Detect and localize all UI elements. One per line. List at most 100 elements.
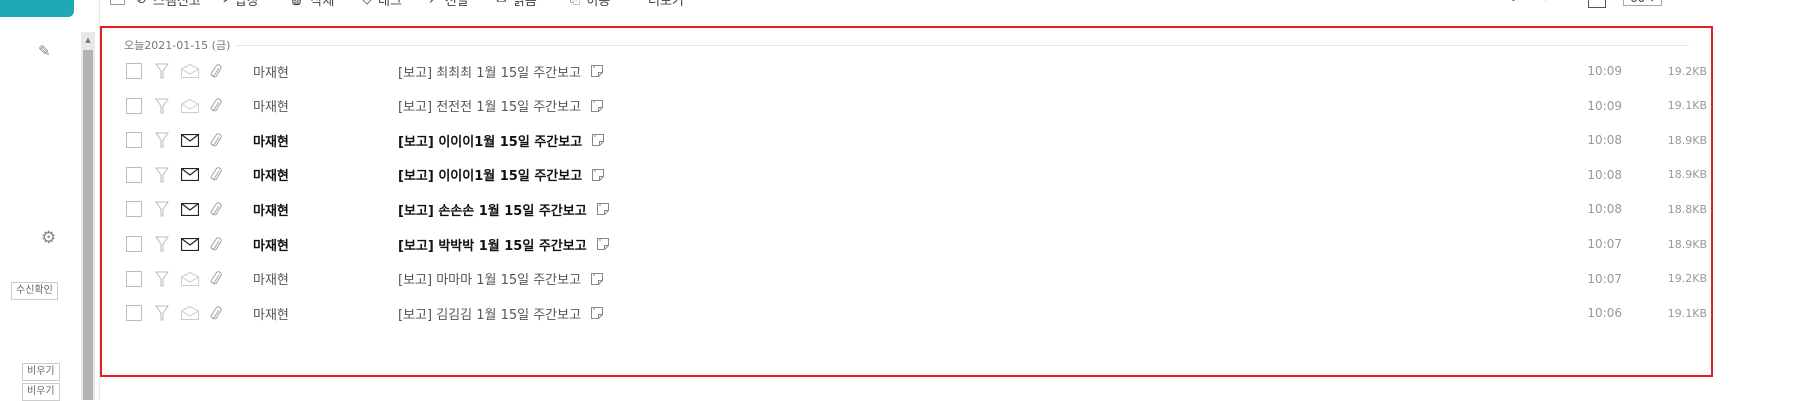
read-receipt-button[interactable]: 수신확인	[11, 282, 58, 300]
received-time: 10:07	[1587, 271, 1622, 286]
subject[interactable]: [보고] 김김김 1월 15일 주간보고	[398, 304, 604, 323]
pencil-icon[interactable]: ✎	[38, 44, 51, 59]
row-checkbox[interactable]	[126, 97, 142, 114]
more-button[interactable]: 더보기	[648, 0, 684, 9]
move-button[interactable]: ⎘이동	[570, 0, 610, 9]
mail-list: 오늘2021-01-15 (금) 마재현 [보고] 최최최 1월 15일 주간보고…	[100, 26, 1713, 377]
empty-trash-button[interactable]: 비우기	[22, 363, 60, 381]
row-checkbox[interactable]	[126, 305, 142, 322]
mail-size: 19.1KB	[1667, 99, 1707, 113]
envelope-open-icon[interactable]	[181, 64, 199, 78]
scroll-up-icon[interactable]: ▲	[81, 34, 95, 46]
flag-icon[interactable]	[155, 98, 169, 114]
envelope-open-icon[interactable]	[181, 306, 199, 321]
sender-name[interactable]: 마재현	[253, 200, 289, 219]
row-checkbox[interactable]	[126, 132, 142, 149]
mail-row[interactable]: 마재현 [보고] 김김김 1월 15일 주간보고 10:06 19.1KB	[102, 296, 1711, 330]
subject-text[interactable]: [보고] 최최최 1월 15일 주간보고	[398, 62, 581, 81]
envelope-open-icon[interactable]	[181, 271, 199, 286]
sender-name[interactable]: 마재현	[253, 165, 289, 184]
subject-text[interactable]: [보고] 박박박 1월 15일 주간보고	[398, 235, 587, 254]
subject-text[interactable]: [보고] 김김김 1월 15일 주간보고	[398, 304, 581, 323]
row-checkbox[interactable]	[126, 270, 142, 287]
subject-text[interactable]: [보고] 이이이1월 15일 주간보고	[398, 165, 582, 184]
delete-button[interactable]: 🗑삭제	[288, 0, 334, 9]
view-toggle-button[interactable]	[1588, 0, 1606, 8]
subject[interactable]: [보고] 이이이1월 15일 주간보고	[398, 131, 605, 150]
compose-button[interactable]	[0, 0, 74, 17]
subject[interactable]: [보고] 박박박 1월 15일 주간보고	[398, 235, 609, 254]
received-time: 10:09	[1587, 64, 1622, 78]
scroll-thumb[interactable]	[83, 50, 93, 400]
sender-name[interactable]: 마재현	[253, 304, 289, 323]
row-checkbox[interactable]	[126, 201, 142, 218]
preview-note-icon[interactable]	[591, 65, 604, 77]
attachment-icon	[209, 235, 223, 253]
mail-row[interactable]: 마재현 [보고] 박박박 1월 15일 주간보고 10:07 18.9KB	[102, 227, 1711, 261]
preview-note-icon[interactable]	[592, 134, 605, 147]
mail-size: 19.2KB	[1667, 272, 1707, 286]
sender-name[interactable]: 마재현	[253, 269, 289, 288]
sender-name[interactable]: 마재현	[253, 96, 289, 115]
attachment-icon	[209, 200, 223, 218]
tag-button[interactable]: ◇태그	[362, 0, 402, 9]
sender-name[interactable]: 마재현	[253, 131, 289, 150]
attachment-icon	[209, 166, 223, 184]
flag-icon[interactable]	[155, 305, 169, 321]
envelope-open-icon[interactable]	[181, 98, 199, 113]
subject-text[interactable]: [보고] 전전전 1월 15일 주간보고	[398, 96, 581, 115]
mail-size: 18.9KB	[1667, 237, 1707, 251]
flag-icon[interactable]	[155, 271, 169, 287]
preview-note-icon[interactable]	[591, 99, 604, 112]
preview-note-icon[interactable]	[596, 203, 609, 216]
flag-icon[interactable]	[155, 201, 169, 217]
mail-size: 18.8KB	[1667, 202, 1707, 216]
spam-report-button[interactable]: ⊘스팸신고	[136, 0, 201, 9]
envelope-icon[interactable]	[181, 168, 199, 182]
subject-text[interactable]: [보고] 이이이1월 15일 주간보고	[398, 131, 582, 150]
received-time: 10:08	[1587, 167, 1622, 182]
mail-row[interactable]: 마재현 [보고] 최최최 1월 15일 주간보고 10:09 19.2KB	[102, 54, 1711, 88]
sort-icon[interactable]: ↓	[1508, 0, 1519, 5]
flag-icon[interactable]	[155, 63, 169, 79]
sender-name[interactable]: 마재현	[253, 235, 289, 254]
subject[interactable]: [보고] 전전전 1월 15일 주간보고	[398, 96, 604, 115]
row-checkbox[interactable]	[126, 236, 142, 252]
preview-note-icon[interactable]	[591, 272, 604, 285]
flag-icon[interactable]	[155, 167, 169, 183]
envelope-icon[interactable]	[181, 202, 199, 216]
mail-row[interactable]: 마재현 [보고] 전전전 1월 15일 주간보고 10:09 19.1KB	[102, 89, 1711, 123]
subject[interactable]: [보고] 마마마 1월 15일 주간보고	[398, 269, 604, 288]
date-divider	[236, 44, 1689, 46]
preview-note-icon[interactable]	[591, 307, 604, 320]
subject[interactable]: [보고] 손손손 1월 15일 주간보고	[398, 200, 609, 219]
mail-size: 19.1KB	[1667, 306, 1707, 320]
refresh-icon[interactable]: ↻	[1540, 0, 1551, 5]
select-all-checkbox[interactable]	[110, 0, 125, 5]
subject[interactable]: [보고] 이이이1월 15일 주간보고	[398, 165, 605, 184]
mail-row[interactable]: 마재현 [보고] 이이이1월 15일 주간보고 10:08 18.9KB	[102, 158, 1711, 192]
mail-row[interactable]: 마재현 [보고] 이이이1월 15일 주간보고 10:08 18.9KB	[102, 123, 1711, 157]
subject[interactable]: [보고] 최최최 1월 15일 주간보고	[398, 62, 604, 81]
row-checkbox[interactable]	[126, 166, 142, 183]
row-checkbox[interactable]	[126, 63, 142, 79]
subject-text[interactable]: [보고] 손손손 1월 15일 주간보고	[398, 200, 587, 219]
preview-note-icon[interactable]	[596, 238, 609, 250]
scrollbar[interactable]: ▲	[81, 32, 95, 400]
mail-row[interactable]: 마재현 [보고] 손손손 1월 15일 주간보고 10:08 18.8KB	[102, 192, 1711, 226]
mail-row[interactable]: 마재현 [보고] 마마마 1월 15일 주간보고 10:07 19.2KB	[102, 262, 1711, 296]
reply-button[interactable]: ➔답장	[218, 0, 259, 9]
envelope-icon[interactable]	[181, 133, 199, 147]
received-time: 10:08	[1587, 202, 1622, 217]
page-size-select[interactable]: 60 ▾	[1623, 0, 1663, 6]
flag-icon[interactable]	[155, 236, 169, 252]
flag-icon[interactable]	[155, 132, 169, 148]
preview-note-icon[interactable]	[592, 168, 605, 181]
envelope-icon[interactable]	[181, 237, 199, 251]
mark-read-button[interactable]: ✉읽음	[496, 0, 537, 9]
empty-spam-button[interactable]: 비우기	[22, 383, 60, 401]
subject-text[interactable]: [보고] 마마마 1월 15일 주간보고	[398, 269, 581, 288]
forward-button[interactable]: ↗전달	[428, 0, 469, 9]
gear-icon[interactable]: ⚙	[41, 230, 56, 247]
sender-name[interactable]: 마재현	[253, 62, 289, 81]
